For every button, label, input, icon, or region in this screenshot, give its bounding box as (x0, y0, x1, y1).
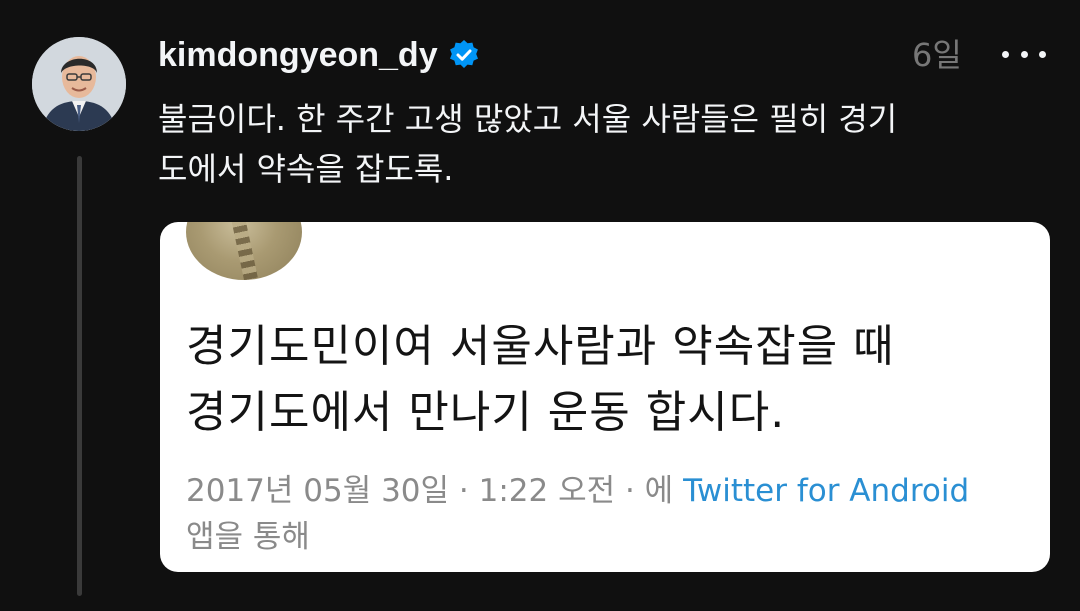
more-horizontal-icon (1002, 50, 1009, 58)
more-options-button[interactable] (1002, 40, 1046, 68)
verified-badge-icon (448, 39, 480, 71)
avatar-photo (32, 37, 126, 131)
quoted-tweet-date: 2017년 05월 30일 · 1:22 오전 · 에 (186, 473, 684, 509)
profile-avatar[interactable] (32, 37, 126, 131)
post-timestamp: 6일 (912, 36, 962, 74)
more-horizontal-icon-dot (1020, 50, 1028, 58)
post-header: kimdongyeon_dy (158, 30, 480, 80)
quoted-tweet-avatar (186, 222, 302, 280)
more-horizontal-icon-dot (1039, 50, 1046, 58)
post-text: 불금이다. 한 주간 고생 많았고 서울 사람들은 필히 경기 도에서 약속을 … (158, 100, 898, 188)
quoted-tweet-text: 경기도민이여 서울사람과 약속잡을 때 경기도에서 만나기 운동 합시다. (186, 321, 895, 438)
avatar-pattern (224, 222, 258, 280)
twitter-for-android-link: Twitter for Android (683, 473, 970, 509)
quoted-tweet-meta: 2017년 05월 30일 · 1:22 오전 · 에 Twitter for … (186, 468, 1036, 560)
quoted-tweet-via-suffix: 앱을 통해 (186, 519, 310, 555)
username[interactable]: kimdongyeon_dy (158, 36, 438, 75)
thread-line (77, 156, 82, 596)
quoted-tweet-image[interactable]: 경기도민이여 서울사람과 약속잡을 때 경기도에서 만나기 운동 합시다. 20… (160, 222, 1050, 572)
